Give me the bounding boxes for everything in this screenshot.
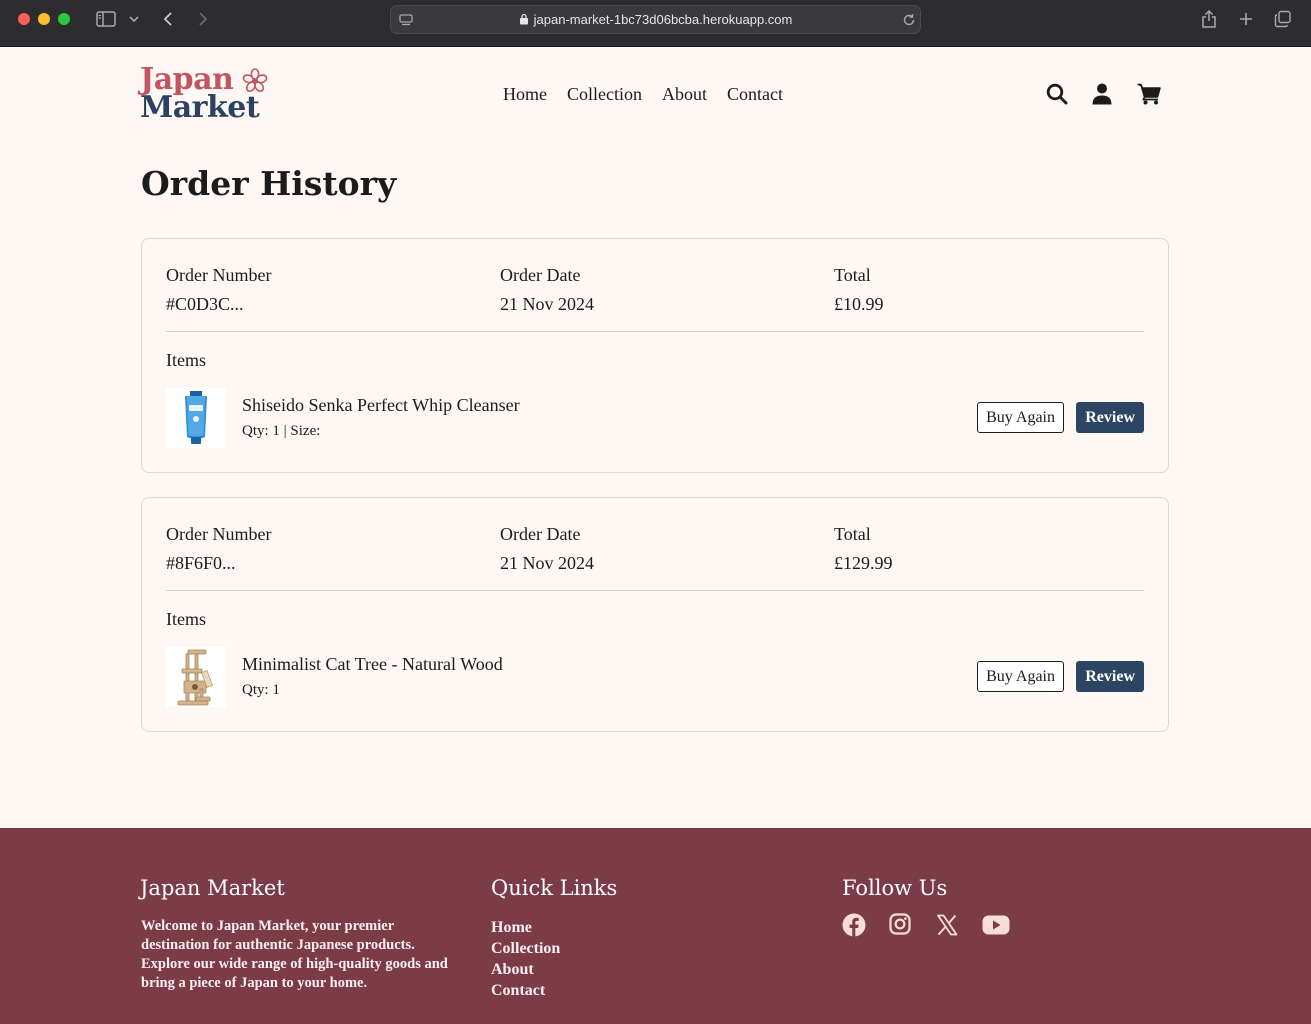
nav-about[interactable]: About xyxy=(662,84,707,105)
order-date: 21 Nov 2024 xyxy=(500,553,594,573)
order-total: £10.99 xyxy=(834,294,884,314)
youtube-icon[interactable] xyxy=(982,915,1010,939)
user-icon[interactable] xyxy=(1092,83,1112,109)
back-icon[interactable] xyxy=(158,8,178,30)
facebook-icon[interactable] xyxy=(842,913,866,941)
instagram-icon[interactable] xyxy=(889,913,911,939)
product-meta: Qty: 1 | Size: xyxy=(242,423,321,439)
product-meta: Qty: 1 xyxy=(242,682,280,698)
buy-again-button[interactable]: Buy Again xyxy=(977,661,1064,692)
url-text: japan-market-1bc73d06bcba.herokuapp.com xyxy=(533,12,793,27)
footer-about-text: Welcome to Japan Market, your premier de… xyxy=(141,918,448,991)
items-label: Items xyxy=(166,609,206,629)
review-button[interactable]: Review xyxy=(1076,661,1144,692)
zoom-window-button[interactable] xyxy=(58,13,70,25)
forward-icon[interactable] xyxy=(193,8,213,30)
order-total-label: Total xyxy=(834,265,871,285)
footer-link-collection[interactable]: Collection xyxy=(491,938,560,959)
order-number: #8F6F0... xyxy=(166,553,236,573)
items-label: Items xyxy=(166,350,206,370)
close-window-button[interactable] xyxy=(18,13,30,25)
sidebar-toggle-icon[interactable] xyxy=(95,8,117,30)
main-nav: Home Collection About Contact xyxy=(503,84,783,105)
buy-again-button[interactable]: Buy Again xyxy=(977,402,1064,433)
order-date: 21 Nov 2024 xyxy=(500,294,594,314)
order-date-label: Order Date xyxy=(500,524,581,544)
page-title: Order History xyxy=(141,164,397,203)
order-total: £129.99 xyxy=(834,553,893,573)
order-number: #C0D3C... xyxy=(166,294,244,314)
tab-overview-icon[interactable] xyxy=(1273,8,1293,30)
order-total-label: Total xyxy=(834,524,871,544)
footer-link-about[interactable]: About xyxy=(491,959,560,980)
reload-icon[interactable] xyxy=(901,9,917,31)
product-name[interactable]: Minimalist Cat Tree - Natural Wood xyxy=(242,654,503,675)
site-footer: Japan Market Welcome to Japan Market, yo… xyxy=(0,828,1311,1024)
footer-links: Home Collection About Contact xyxy=(491,917,560,1001)
divider xyxy=(166,331,1144,332)
product-thumbnail[interactable] xyxy=(166,647,226,707)
footer-brand-heading: Japan Market xyxy=(140,876,285,900)
share-icon[interactable] xyxy=(1199,8,1219,30)
footer-link-home[interactable]: Home xyxy=(491,917,560,938)
lock-icon xyxy=(519,13,529,28)
search-icon[interactable] xyxy=(1046,83,1068,109)
divider xyxy=(166,590,1144,591)
footer-follow-heading: Follow Us xyxy=(842,876,948,900)
nav-collection[interactable]: Collection xyxy=(567,84,642,105)
nav-contact[interactable]: Contact xyxy=(727,84,783,105)
product-thumbnail[interactable] xyxy=(166,388,226,448)
chevron-down-icon[interactable] xyxy=(128,8,140,30)
cart-icon[interactable] xyxy=(1137,83,1161,109)
order-card: Order Number #8F6F0... Order Date 21 Nov… xyxy=(141,497,1169,732)
order-number-label: Order Number xyxy=(166,265,272,285)
footer-links-heading: Quick Links xyxy=(491,876,618,900)
footer-link-contact[interactable]: Contact xyxy=(491,980,560,1001)
order-date-label: Order Date xyxy=(500,265,581,285)
review-button[interactable]: Review xyxy=(1076,402,1144,433)
address-bar[interactable]: japan-market-1bc73d06bcba.herokuapp.com xyxy=(390,5,921,34)
product-name[interactable]: Shiseido Senka Perfect Whip Cleanser xyxy=(242,395,520,416)
browser-toolbar: japan-market-1bc73d06bcba.herokuapp.com xyxy=(0,0,1311,47)
logo-text-market: Market xyxy=(140,90,260,125)
nav-home[interactable]: Home xyxy=(503,84,547,105)
order-number-label: Order Number xyxy=(166,524,272,544)
new-tab-icon[interactable] xyxy=(1236,8,1256,30)
site-logo[interactable]: Japan Market xyxy=(140,64,270,126)
order-card: Order Number #C0D3C... Order Date 21 Nov… xyxy=(141,238,1169,473)
minimize-window-button[interactable] xyxy=(38,13,50,25)
x-icon[interactable] xyxy=(936,914,958,940)
